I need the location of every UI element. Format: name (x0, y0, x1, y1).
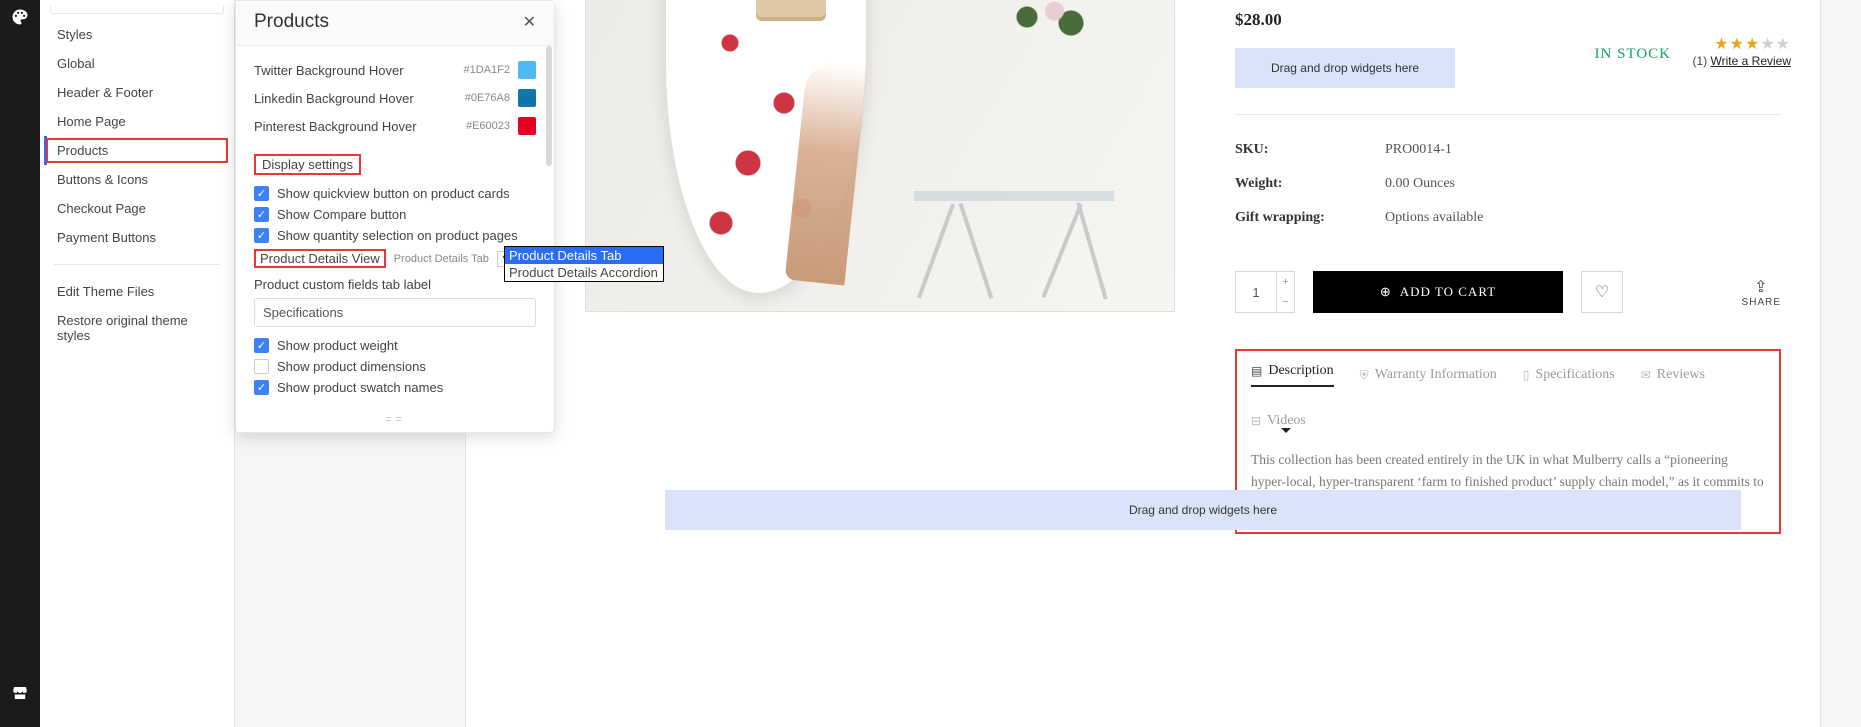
tab-warranty[interactable]: ⛨Warranty Information (1360, 363, 1497, 387)
sidebar-item-restore-styles[interactable]: Restore original theme styles (40, 306, 234, 350)
product-hero-image (585, 0, 1175, 312)
share-button[interactable]: ⇪SHARE (1742, 277, 1781, 308)
color-row-linkedin[interactable]: Linkedin Background Hover#0E76A8 (254, 84, 536, 112)
check-swatch[interactable]: ✓Show product swatch names (254, 377, 536, 398)
panel-scrollbar-thumb[interactable] (546, 46, 552, 166)
wishlist-button[interactable]: ♡ (1581, 271, 1623, 313)
left-rail (0, 0, 40, 727)
widget-dropzone-wide[interactable]: Drag and drop widgets here (665, 490, 1741, 530)
product-info: $28.00 IN STOCK ★★★★★ (1) Write a Review… (1235, 10, 1781, 534)
meta-row-gift: Gift wrapping:Options available (1235, 201, 1781, 235)
qty-down-button[interactable]: − (1277, 292, 1294, 312)
products-settings-panel: Products ✕ Twitter Background Hover#1DA1… (235, 0, 555, 433)
video-icon: ⊟ (1251, 414, 1261, 429)
store-icon[interactable] (11, 684, 29, 707)
shield-icon: ⛨ (1360, 368, 1369, 383)
product-actions: 1 +− ⊕ ADD TO CART ♡ ⇪SHARE (1235, 271, 1781, 313)
write-review: (1) Write a Review (1693, 54, 1791, 68)
pdv-option-tab[interactable]: Product Details Tab (505, 247, 663, 264)
display-settings-heading: Display settings (254, 154, 361, 175)
share-icon: ⇪ (1742, 277, 1781, 297)
sidebar-item-buttons-icons[interactable]: Buttons & Icons (40, 165, 234, 194)
check-compare[interactable]: ✓Show Compare button (254, 204, 536, 225)
color-row-twitter[interactable]: Twitter Background Hover#1DA1F2 (254, 56, 536, 84)
tab-description[interactable]: ▤Description (1251, 363, 1334, 387)
custom-tab-label-title: Product custom fields tab label (254, 271, 536, 292)
meta-row-weight: Weight:0.00 Ounces (1235, 167, 1781, 201)
product-meta: SKU:PRO0014-1 Weight:0.00 Ounces Gift wr… (1235, 114, 1781, 235)
panel-resize-grip[interactable]: == (236, 412, 554, 432)
sidebar-divider (54, 264, 220, 265)
qty-up-button[interactable]: + (1277, 272, 1294, 292)
quantity-stepper[interactable]: 1 +− (1235, 271, 1295, 313)
tab-reviews[interactable]: ✉Reviews (1641, 363, 1705, 387)
check-dimensions[interactable]: ✓Show product dimensions (254, 356, 536, 377)
write-review-link[interactable]: Write a Review (1711, 54, 1791, 68)
review-count: (1) (1693, 54, 1708, 68)
rating-stars: ★★★★★ (1714, 34, 1791, 54)
sidebar-item-styles[interactable]: Styles (40, 20, 234, 49)
heart-icon: ♡ (1595, 282, 1609, 302)
meta-row-sku: SKU:PRO0014-1 (1235, 133, 1781, 167)
check-quickview[interactable]: ✓Show quickview button on product cards (254, 183, 536, 204)
cart-plus-icon: ⊕ (1380, 284, 1392, 300)
add-to-cart-button[interactable]: ⊕ ADD TO CART (1313, 271, 1563, 313)
panel-title: Products (254, 11, 329, 33)
product-tabs: ▤Description ⛨Warranty Information ▯Spec… (1251, 363, 1765, 429)
check-quantity[interactable]: ✓Show quantity selection on product page… (254, 225, 536, 246)
pdv-label: Product Details View (254, 249, 386, 268)
bookmark-icon: ▯ (1523, 368, 1530, 383)
chat-icon: ✉ (1641, 368, 1651, 383)
sidebar-item-edit-theme-files[interactable]: Edit Theme Files (40, 277, 234, 306)
palette-icon[interactable] (11, 8, 29, 31)
widget-dropzone-top[interactable]: Drag and drop widgets here (1235, 48, 1455, 88)
sidebar-item-products[interactable]: Products (44, 136, 230, 165)
color-swatch[interactable] (518, 89, 536, 107)
color-swatch[interactable] (518, 117, 536, 135)
doc-icon: ▤ (1251, 364, 1262, 379)
sidebar-topbox (50, 6, 224, 14)
close-icon[interactable]: ✕ (523, 12, 536, 32)
sidebar-item-header-footer[interactable]: Header & Footer (40, 78, 234, 107)
tab-specifications[interactable]: ▯Specifications (1523, 363, 1615, 387)
color-row-pinterest[interactable]: Pinterest Background Hover#E60023 (254, 112, 536, 140)
sidebar-item-checkout-page[interactable]: Checkout Page (40, 194, 234, 223)
custom-tab-label-input[interactable] (254, 298, 536, 327)
pdv-selected-value: Product Details Tab (394, 253, 489, 265)
color-swatch[interactable] (518, 61, 536, 79)
sidebar-item-home-page[interactable]: Home Page (40, 107, 234, 136)
stock-badge: IN STOCK (1595, 46, 1671, 63)
pdv-dropdown: Product Details Tab Product Details Acco… (504, 246, 664, 282)
theme-sidebar: Styles Global Header & Footer Home Page … (40, 0, 235, 727)
check-weight[interactable]: ✓Show product weight (254, 335, 536, 356)
sidebar-item-payment-buttons[interactable]: Payment Buttons (40, 223, 234, 252)
quantity-value: 1 (1236, 272, 1276, 312)
pdv-option-accordion[interactable]: Product Details Accordion (505, 264, 663, 281)
product-details-view-row: Product Details View Product Details Tab… (254, 246, 536, 271)
product-price: $28.00 (1235, 10, 1781, 30)
sidebar-item-global[interactable]: Global (40, 49, 234, 78)
tab-videos[interactable]: ⊟Videos (1251, 413, 1306, 429)
